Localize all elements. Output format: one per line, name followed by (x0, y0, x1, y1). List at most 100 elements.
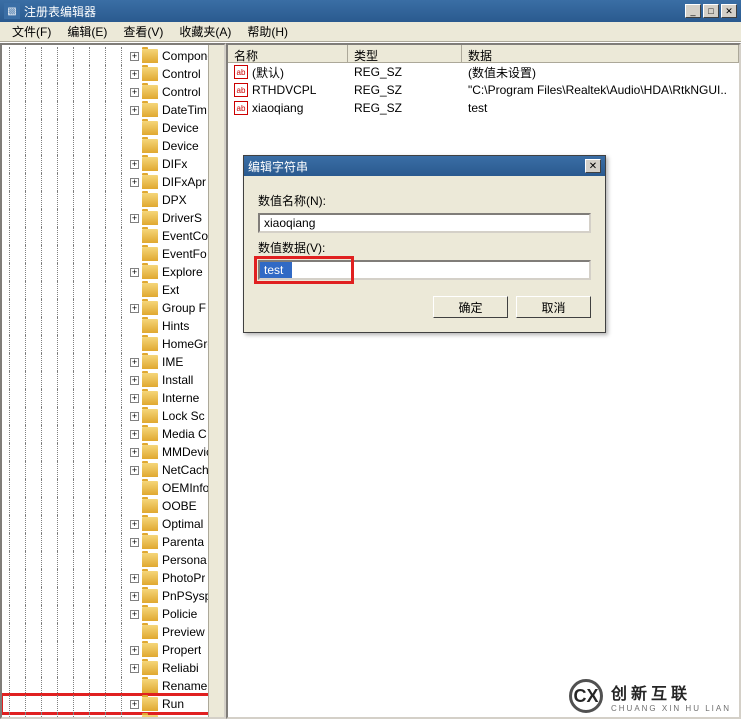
window-controls: _ □ ✕ (685, 4, 737, 18)
tree-panel[interactable]: +Compone+Control+Control+DateTim+Device … (0, 43, 226, 719)
tree-item-lock sc[interactable]: +Lock Sc (2, 407, 224, 425)
tree-expander[interactable]: + (130, 106, 139, 115)
tree-item-label: RenameF (162, 679, 215, 693)
tree-item-hints[interactable]: +Hints (2, 317, 224, 335)
folder-icon (142, 355, 158, 369)
tree-item-drivers[interactable]: +DriverS (2, 209, 224, 227)
tree-expander[interactable]: + (130, 376, 139, 385)
tree-expander[interactable]: + (130, 646, 139, 655)
list-row[interactable]: abRTHDVCPLREG_SZ"C:\Program Files\Realte… (228, 81, 739, 99)
tree-expander[interactable]: + (130, 574, 139, 583)
menu-help[interactable]: 帮助(H) (239, 21, 296, 42)
cell-name-text: (默认) (252, 64, 284, 81)
dialog-close-button[interactable]: ✕ (585, 159, 601, 173)
tree-item-eventfo[interactable]: +EventFo (2, 245, 224, 263)
col-header-data[interactable]: 数据 (462, 45, 739, 62)
tree-expander[interactable]: + (130, 466, 139, 475)
app-icon: ▧ (4, 3, 20, 19)
tree-expander[interactable]: + (130, 214, 139, 223)
col-header-name[interactable]: 名称 (228, 45, 348, 62)
tree-item-optimal[interactable]: +Optimal (2, 515, 224, 533)
tree-item-policie[interactable]: +Policie (2, 605, 224, 623)
tree-expander[interactable]: + (130, 430, 139, 439)
maximize-button[interactable]: □ (703, 4, 719, 18)
tree-expander[interactable]: + (130, 664, 139, 673)
tree-item-device[interactable]: +Device (2, 137, 224, 155)
tree-expander[interactable]: + (130, 358, 139, 367)
tree-item-reliabi[interactable]: +Reliabi (2, 659, 224, 677)
tree-item-persona[interactable]: +Persona (2, 551, 224, 569)
tree-expander[interactable]: + (130, 70, 139, 79)
list-panel[interactable]: 名称 类型 数据 ab(默认)REG_SZ(数值未设置)abRTHDVCPLRE… (226, 43, 741, 719)
tree-item-netcach[interactable]: +NetCach (2, 461, 224, 479)
tree-scrollbar[interactable] (208, 45, 224, 717)
minimize-button[interactable]: _ (685, 4, 701, 18)
tree-expander[interactable]: + (130, 304, 139, 313)
list-row[interactable]: ab(默认)REG_SZ(数值未设置) (228, 63, 739, 81)
tree-expander[interactable]: + (130, 448, 139, 457)
cancel-button[interactable]: 取消 (516, 296, 591, 318)
tree-item-runonce[interactable]: +RunOnce (2, 713, 224, 719)
tree-item-renamef[interactable]: +RenameF (2, 677, 224, 695)
tree-expander[interactable]: + (130, 520, 139, 529)
tree-item-oobe[interactable]: +OOBE (2, 497, 224, 515)
tree-item-run[interactable]: +Run (2, 695, 224, 713)
tree-item-datetim[interactable]: +DateTim (2, 101, 224, 119)
tree-item-mmdevic[interactable]: +MMDevic (2, 443, 224, 461)
tree-item-compone[interactable]: +Compone (2, 47, 224, 65)
close-button[interactable]: ✕ (721, 4, 737, 18)
tree-expander[interactable]: + (130, 268, 139, 277)
value-data-field[interactable] (258, 260, 591, 280)
tree-item-label: RunOnce (162, 715, 213, 719)
tree-expander[interactable]: + (130, 394, 139, 403)
tree-item-label: Hints (162, 319, 189, 333)
tree-item-ime[interactable]: +IME (2, 353, 224, 371)
tree-item-interne[interactable]: +Interne (2, 389, 224, 407)
tree-item-parenta[interactable]: +Parenta (2, 533, 224, 551)
ok-button[interactable]: 确定 (433, 296, 508, 318)
tree-item-propert[interactable]: +Propert (2, 641, 224, 659)
tree-item-photopr[interactable]: +PhotoPr (2, 569, 224, 587)
tree-item-install[interactable]: + Install (2, 371, 224, 389)
folder-icon (142, 49, 158, 63)
menu-favorites[interactable]: 收藏夹(A) (171, 21, 239, 42)
tree-item-control[interactable]: + Control (2, 83, 224, 101)
tree-expander[interactable]: + (130, 52, 139, 61)
cell-type: REG_SZ (348, 83, 462, 97)
tree-item-label: Install (162, 373, 193, 387)
col-header-type[interactable]: 类型 (348, 45, 462, 62)
tree-item-device[interactable]: +Device (2, 119, 224, 137)
menu-edit[interactable]: 编辑(E) (59, 21, 115, 42)
tree-item-explore[interactable]: +Explore (2, 263, 224, 281)
tree-expander[interactable]: + (130, 538, 139, 547)
tree-item-pnpsysp[interactable]: +PnPSysp (2, 587, 224, 605)
tree-expander[interactable]: + (130, 178, 139, 187)
tree-item-media c[interactable]: +Media C (2, 425, 224, 443)
value-name-field[interactable] (258, 213, 591, 233)
tree-item-preview[interactable]: +Preview (2, 623, 224, 641)
menu-view[interactable]: 查看(V) (115, 21, 171, 42)
folder-icon (142, 175, 158, 189)
menu-file[interactable]: 文件(F) (4, 21, 59, 42)
tree-item-oeminfo[interactable]: +OEMInfo (2, 479, 224, 497)
tree-expander[interactable]: + (130, 592, 139, 601)
tree-item-difxapr[interactable]: +DIFxApr (2, 173, 224, 191)
list-row[interactable]: abxiaoqiangREG_SZtest (228, 99, 739, 117)
tree-item-dpx[interactable]: +DPX (2, 191, 224, 209)
tree-item-difx[interactable]: +DIFx (2, 155, 224, 173)
tree-item-ext[interactable]: +Ext (2, 281, 224, 299)
folder-icon (142, 85, 158, 99)
tree-expander[interactable]: + (130, 160, 139, 169)
tree-expander[interactable]: + (130, 88, 139, 97)
tree-expander[interactable]: + (130, 610, 139, 619)
tree-expander[interactable]: + (130, 412, 139, 421)
tree-item-group f[interactable]: +Group F (2, 299, 224, 317)
tree-item-label: Control (162, 85, 201, 99)
tree-expander[interactable]: + (130, 700, 139, 709)
tree-item-eventco[interactable]: +EventCo (2, 227, 224, 245)
tree-item-control[interactable]: +Control (2, 65, 224, 83)
tree-item-homegro[interactable]: +HomeGro (2, 335, 224, 353)
cell-name: abxiaoqiang (228, 101, 348, 115)
watermark-text: 创新互联 CHUANG XIN HU LIAN (611, 680, 731, 713)
folder-icon (142, 517, 158, 531)
